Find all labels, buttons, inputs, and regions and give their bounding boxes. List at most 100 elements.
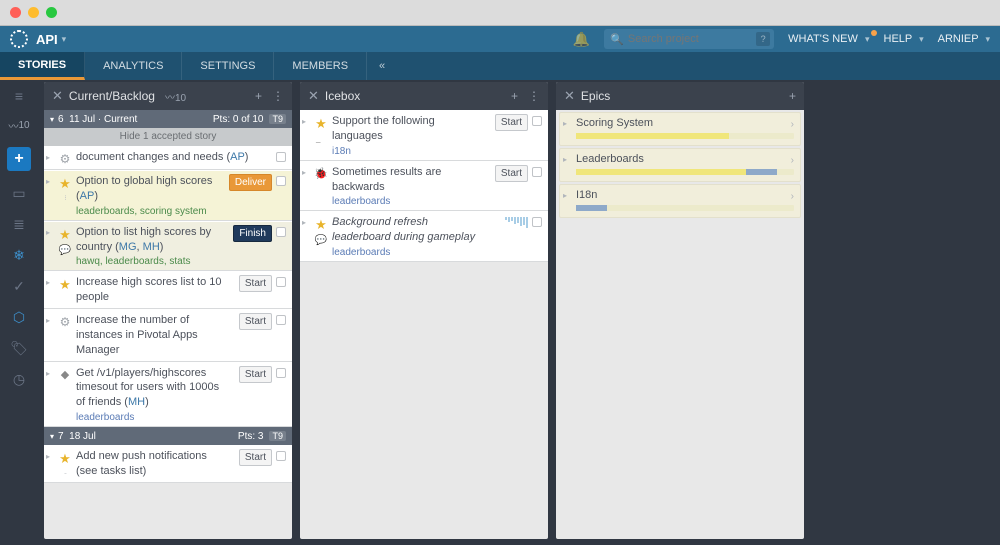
- whats-new-link[interactable]: WHAT'S NEW ▾: [788, 33, 869, 45]
- epic-item[interactable]: ▸ Leaderboards ›: [559, 148, 801, 182]
- expand-story-icon[interactable]: ▸: [46, 452, 54, 479]
- search-input-wrapper[interactable]: 🔍 ?: [604, 29, 774, 49]
- epic-open-icon[interactable]: ›: [791, 191, 794, 202]
- story-labels[interactable]: hawq, leaderboards, stats: [76, 256, 226, 267]
- expand-story-icon[interactable]: ▸: [46, 316, 54, 358]
- story-labels[interactable]: i18n: [332, 146, 482, 157]
- story-checkbox[interactable]: [532, 116, 542, 126]
- story-title: Sometimes results are backwards: [332, 165, 482, 195]
- iteration-header[interactable]: ▾ 7 18 Jul Pts: 3 T9: [44, 427, 292, 445]
- collapse-tabs-icon[interactable]: «: [367, 52, 397, 80]
- velocity-indicator[interactable]: 〰10: [8, 118, 29, 133]
- story-labels[interactable]: leaderboards: [76, 412, 226, 423]
- start-button[interactable]: Start: [239, 449, 272, 466]
- story-labels[interactable]: leaderboards, scoring system: [76, 206, 226, 217]
- story-item[interactable]: ▸ ★ Increase high scores list to 10 peop…: [44, 271, 292, 309]
- panel-velocity[interactable]: 〰10: [165, 89, 186, 104]
- story-item[interactable]: ▸ ★💬 Option to list high scores by count…: [44, 221, 292, 272]
- search-input[interactable]: [628, 33, 770, 45]
- expand-epic-icon[interactable]: ▸: [563, 155, 567, 164]
- epic-open-icon[interactable]: ›: [791, 119, 794, 130]
- maximize-window-dot[interactable]: [46, 7, 57, 18]
- expand-story-icon[interactable]: ▸: [302, 168, 310, 208]
- story-item[interactable]: ▸ ★.. Add new push notifications (see ta…: [44, 445, 292, 483]
- history-clock-icon[interactable]: ◷: [13, 371, 25, 388]
- story-checkbox[interactable]: [276, 315, 286, 325]
- project-name[interactable]: API: [36, 32, 58, 47]
- close-panel-icon[interactable]: ✕: [52, 88, 63, 104]
- finish-button[interactable]: Finish: [233, 225, 272, 242]
- epic-open-icon[interactable]: ›: [791, 155, 794, 166]
- story-checkbox[interactable]: [276, 451, 286, 461]
- story-checkbox[interactable]: [532, 217, 542, 227]
- story-title: Background refresh leaderboard during ga…: [332, 215, 482, 245]
- expand-story-icon[interactable]: ▸: [46, 228, 54, 268]
- epic-item[interactable]: ▸ I18n ›: [559, 184, 801, 218]
- expand-story-icon[interactable]: ▸: [302, 218, 310, 258]
- panel-header: ✕ Icebox + ⋮: [300, 82, 548, 110]
- tab-members[interactable]: MEMBERS: [274, 52, 367, 80]
- tab-analytics[interactable]: ANALYTICS: [85, 52, 182, 80]
- story-item[interactable]: ▸ ◆ Get /v1/players/highscores timesout …: [44, 362, 292, 428]
- panels-icon[interactable]: ≣: [13, 216, 25, 233]
- hide-accepted-toggle[interactable]: Hide 1 accepted story: [44, 128, 292, 146]
- user-menu[interactable]: ARNIEP ▾: [938, 33, 990, 45]
- expand-story-icon[interactable]: ▸: [46, 369, 54, 424]
- add-story-button[interactable]: +: [7, 147, 31, 171]
- story-checkbox[interactable]: [276, 277, 286, 287]
- app-header: API ▾ 🔔 🔍 ? WHAT'S NEW ▾ HELP ▾ ARNIEP ▾: [0, 26, 1000, 52]
- story-item[interactable]: ▸ 🐞 Sometimes results are backwards lead…: [300, 161, 548, 212]
- start-button[interactable]: Start: [495, 165, 528, 182]
- add-epic-icon[interactable]: +: [789, 89, 796, 103]
- story-checkbox[interactable]: [276, 176, 286, 186]
- start-button[interactable]: Start: [239, 366, 272, 383]
- story-item[interactable]: ▸ ★_ Support the following languages i18…: [300, 110, 548, 161]
- story-item[interactable]: ▸ ⚙ document changes and needs (AP): [44, 146, 292, 170]
- tab-stories[interactable]: STORIES: [0, 52, 85, 80]
- notifications-bell-icon[interactable]: 🔔: [573, 31, 590, 48]
- story-labels[interactable]: leaderboards: [332, 247, 482, 258]
- deliver-button[interactable]: Deliver: [229, 174, 272, 191]
- tab-settings[interactable]: SETTINGS: [182, 52, 274, 80]
- story-title: Increase high scores list to 10 people: [76, 275, 226, 305]
- collapse-toggle-icon[interactable]: ▾: [50, 115, 54, 124]
- chevron-down-icon[interactable]: ▾: [62, 34, 67, 45]
- close-window-dot[interactable]: [10, 7, 21, 18]
- start-button[interactable]: Start: [239, 275, 272, 292]
- close-panel-icon[interactable]: ✕: [564, 88, 575, 104]
- my-work-icon[interactable]: ▭: [12, 185, 25, 202]
- collapse-toggle-icon[interactable]: ▾: [50, 432, 54, 441]
- close-panel-icon[interactable]: ✕: [308, 88, 319, 104]
- feature-star-icon: ★: [59, 451, 71, 467]
- panel-menu-icon[interactable]: ⋮: [528, 89, 540, 103]
- expand-epic-icon[interactable]: ▸: [563, 191, 567, 200]
- help-link[interactable]: HELP ▾: [884, 33, 924, 45]
- epic-item[interactable]: ▸ Scoring System ›: [559, 112, 801, 146]
- panel-menu-icon[interactable]: ⋮: [272, 89, 284, 103]
- story-item[interactable]: ▸ ⚙ Increase the number of instances in …: [44, 309, 292, 362]
- expand-epic-icon[interactable]: ▸: [563, 119, 567, 128]
- labels-tag-icon[interactable]: 🏷: [10, 340, 28, 357]
- add-story-icon[interactable]: +: [255, 89, 262, 103]
- story-labels[interactable]: leaderboards: [332, 196, 482, 207]
- minimize-window-dot[interactable]: [28, 7, 39, 18]
- expand-story-icon[interactable]: ▸: [46, 278, 54, 305]
- story-checkbox[interactable]: [276, 152, 286, 162]
- estimate-picker[interactable]: [505, 217, 528, 228]
- iteration-header[interactable]: ▾ 6 11 Jul · Current Pts: 0 of 10 T9: [44, 110, 292, 128]
- expand-story-icon[interactable]: ▸: [302, 117, 310, 157]
- story-item[interactable]: ▸ ★⁝ Option to global high scores (AP) l…: [44, 170, 292, 221]
- expand-story-icon[interactable]: ▸: [46, 177, 54, 217]
- epics-shield-icon[interactable]: ⬡: [13, 309, 25, 326]
- start-button[interactable]: Start: [495, 114, 528, 131]
- add-story-icon[interactable]: +: [511, 89, 518, 103]
- expand-story-icon[interactable]: ▸: [46, 153, 54, 166]
- story-checkbox[interactable]: [276, 368, 286, 378]
- done-check-icon[interactable]: ✓: [13, 278, 25, 295]
- icebox-snowflake-icon[interactable]: ❄: [13, 247, 25, 264]
- story-checkbox[interactable]: [532, 167, 542, 177]
- start-button[interactable]: Start: [239, 313, 272, 330]
- hamburger-icon[interactable]: ≡: [15, 88, 23, 104]
- story-checkbox[interactable]: [276, 227, 286, 237]
- story-item[interactable]: ▸ ★💬 Background refresh leaderboard duri…: [300, 211, 548, 262]
